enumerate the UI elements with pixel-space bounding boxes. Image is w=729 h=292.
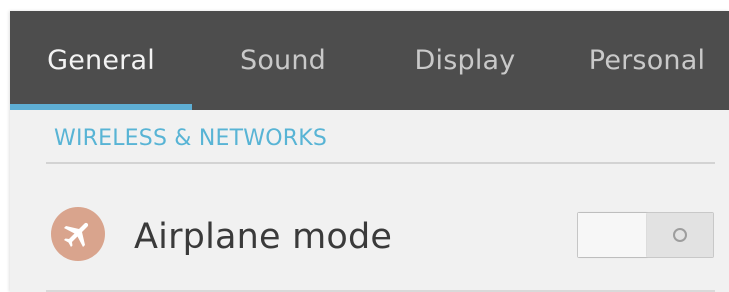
toggle-off-side xyxy=(647,213,713,257)
tab-display[interactable]: Display xyxy=(374,11,556,110)
tab-general-label: General xyxy=(47,45,155,76)
section-divider xyxy=(46,162,715,164)
airplane-mode-toggle[interactable] xyxy=(577,212,714,258)
airplane-glyph xyxy=(63,222,89,248)
tab-display-label: Display xyxy=(414,45,516,76)
settings-window: General Sound Display Personal WIRELESS … xyxy=(10,11,729,292)
airplane-icon xyxy=(51,207,105,261)
screenshot-frame: General Sound Display Personal WIRELESS … xyxy=(0,0,729,292)
tab-bar: General Sound Display Personal xyxy=(10,11,729,110)
active-tab-indicator xyxy=(10,104,192,110)
tab-sound-label: Sound xyxy=(239,45,327,76)
tab-sound[interactable]: Sound xyxy=(192,11,374,110)
tab-general[interactable]: General xyxy=(10,11,192,110)
airplane-mode-label: Airplane mode xyxy=(134,217,393,257)
toggle-knob xyxy=(578,213,646,257)
toggle-off-icon xyxy=(673,228,687,242)
section-header-wireless-networks: WIRELESS & NETWORKS xyxy=(54,126,327,151)
setting-row-airplane-mode[interactable]: Airplane mode xyxy=(46,175,715,281)
tab-personal-label: Personal xyxy=(588,45,706,76)
tab-personal[interactable]: Personal xyxy=(556,11,729,110)
